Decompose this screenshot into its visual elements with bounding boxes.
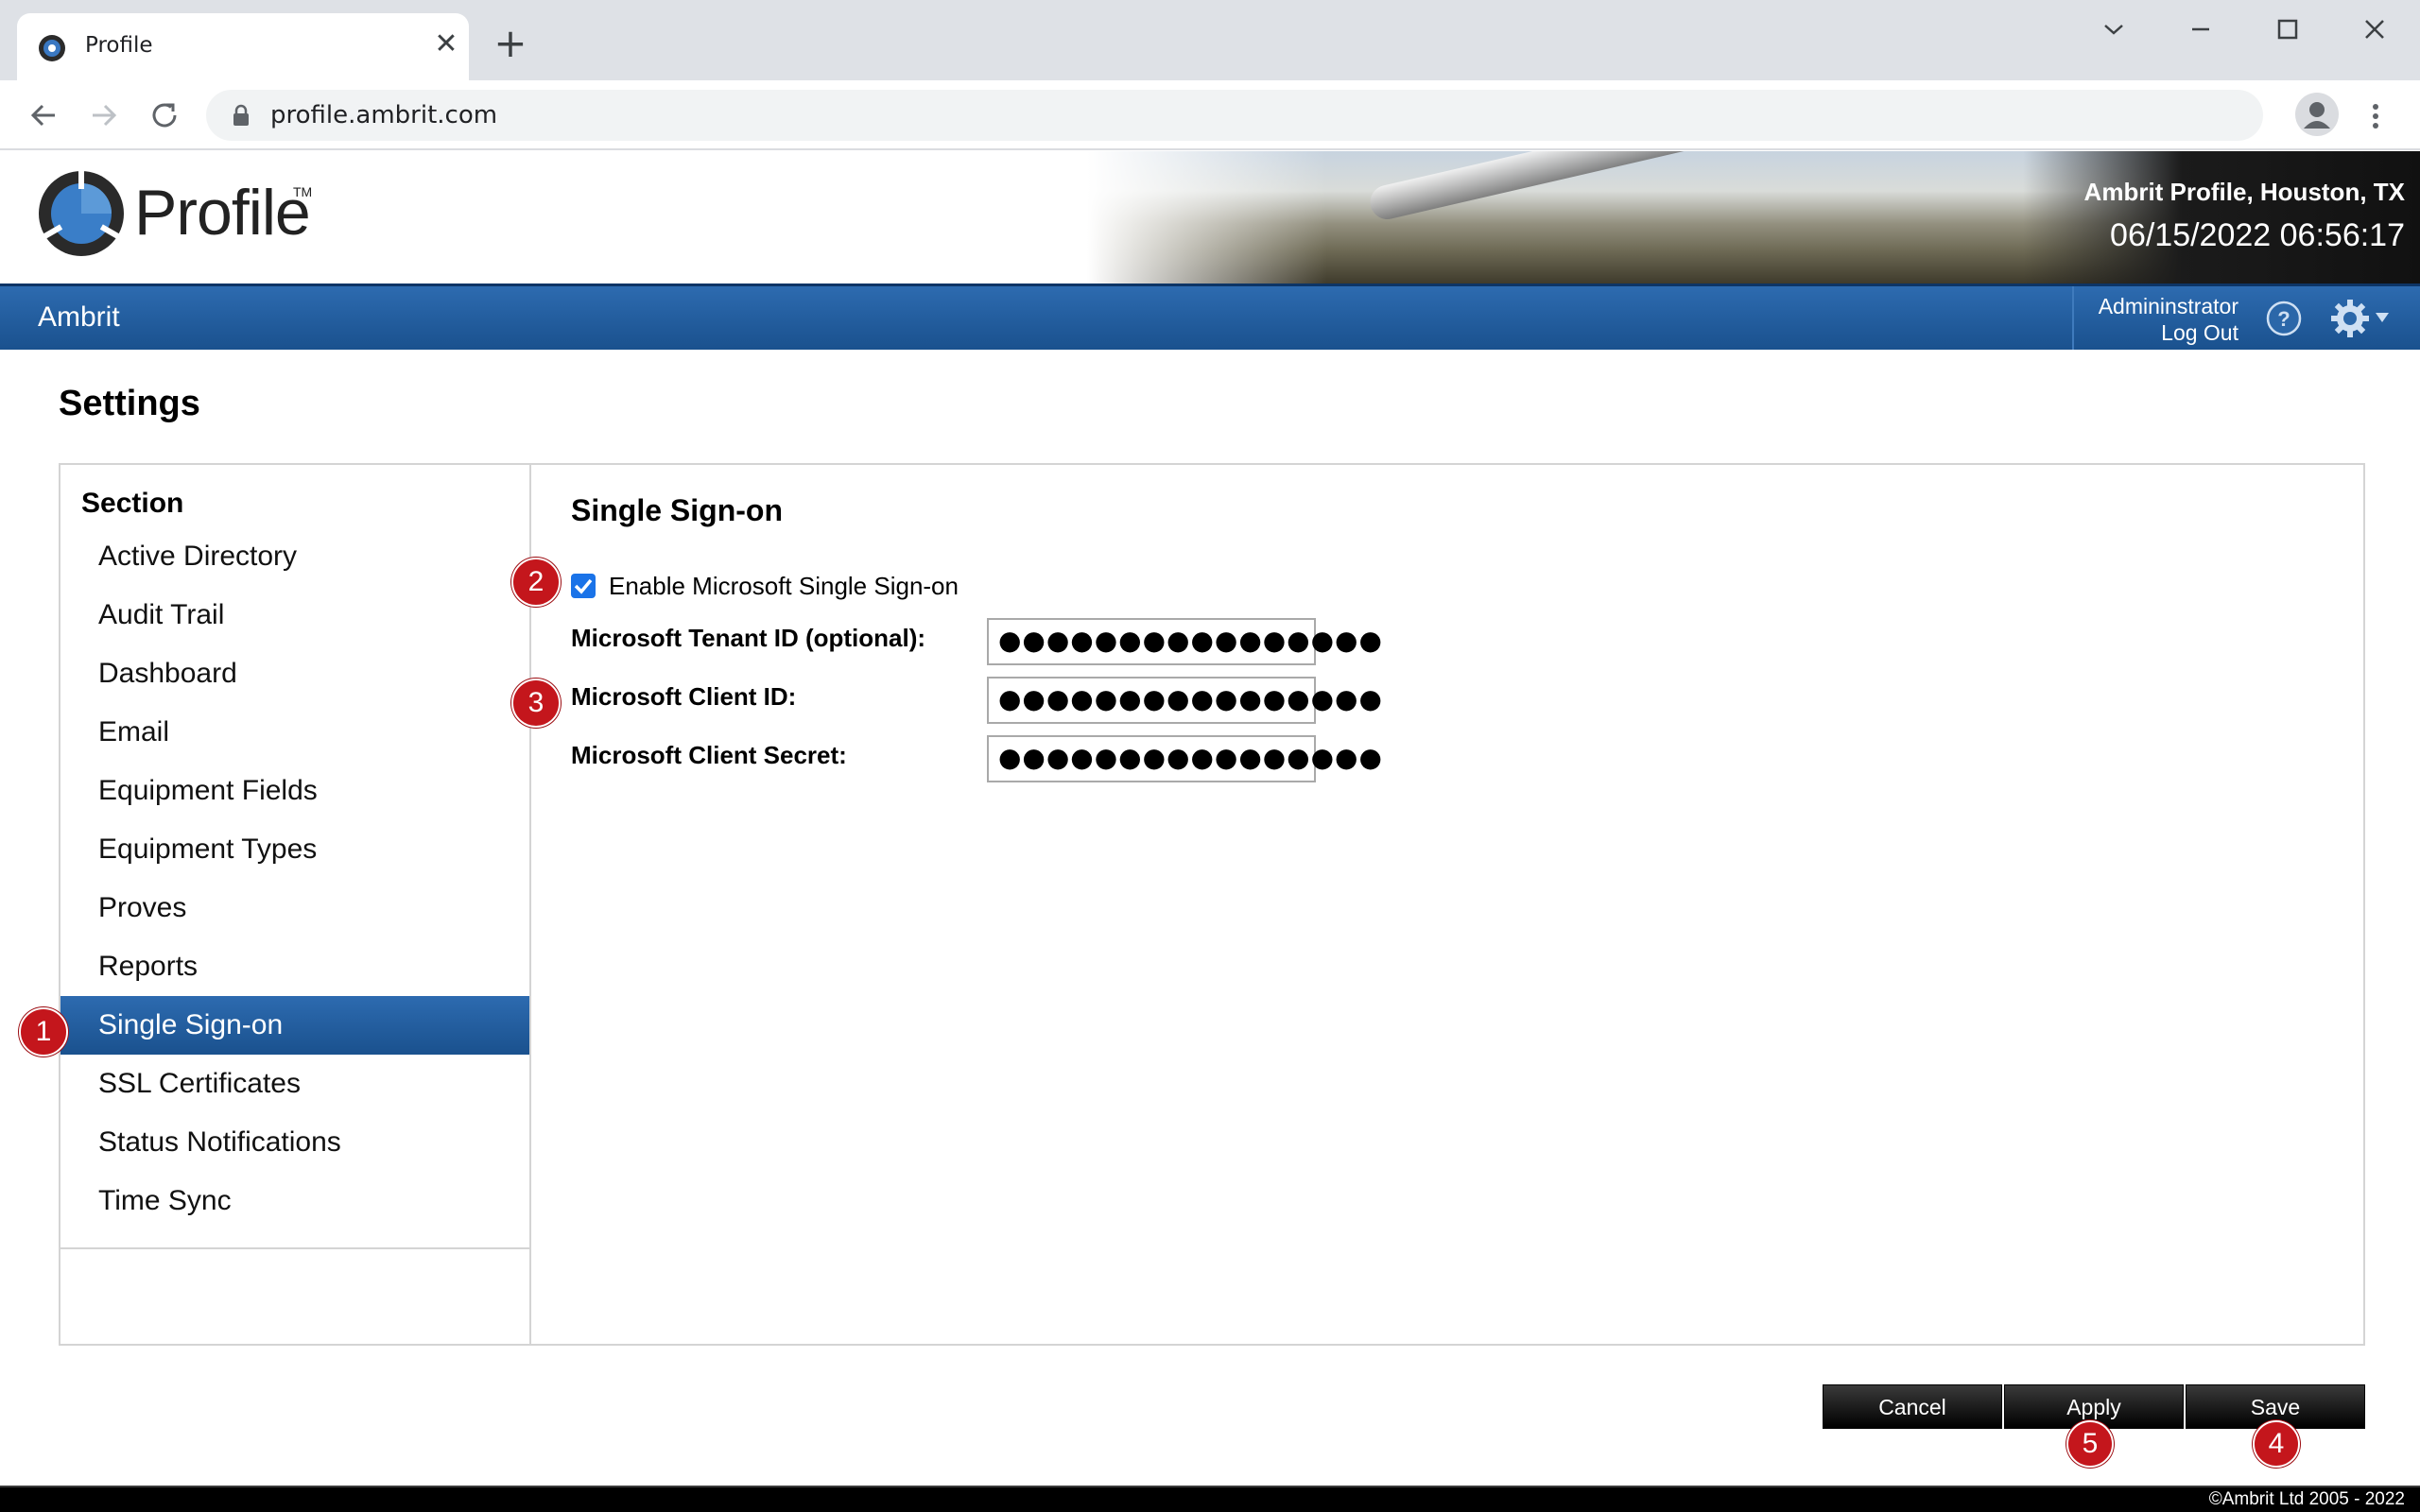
client-secret-label: Microsoft Client Secret: (571, 741, 847, 769)
sidebar-heading: Section (81, 488, 184, 519)
new-tab-button[interactable]: + (490, 24, 531, 66)
forward-arrow-icon[interactable] (85, 96, 123, 134)
help-icon[interactable]: ? (2265, 300, 2303, 337)
sidebar-item-single-sign-on[interactable]: Single Sign-on (60, 996, 529, 1055)
svg-text:?: ? (2277, 307, 2290, 331)
gear-icon[interactable] (2329, 298, 2371, 339)
logo-text: Profile (134, 177, 311, 249)
annotation-marker-3: 3 (511, 679, 561, 728)
address-bar[interactable]: profile.ambrit.com (206, 90, 2263, 141)
annotation-marker-5: 5 (2066, 1420, 2114, 1468)
minimize-window-icon[interactable] (2167, 6, 2235, 53)
sidebar-item-equipment-types[interactable]: Equipment Types (60, 820, 529, 879)
annotation-marker-1: 1 (19, 1007, 68, 1057)
browser-menu-icon[interactable] (2361, 97, 2390, 135)
annotation-marker-4: 4 (2253, 1420, 2300, 1468)
user-profile-icon[interactable] (2295, 93, 2339, 136)
maximize-window-icon[interactable] (2254, 6, 2322, 53)
settings-panel: Section Active Directory Audit Trail Das… (59, 463, 2365, 1346)
tab-title: Profile (85, 33, 153, 58)
page-footer: ©Ambrit Ltd 2005 - 2022 (0, 1486, 2420, 1512)
sidebar-divider (60, 1247, 529, 1249)
sidebar-item-active-directory[interactable]: Active Directory (60, 527, 529, 586)
nav-divider (2072, 286, 2074, 350)
lock-icon (233, 104, 249, 126)
page-title: Settings (59, 384, 200, 423)
sidebar-item-audit-trail[interactable]: Audit Trail (60, 586, 529, 644)
enable-sso-label: Enable Microsoft Single Sign-on (609, 572, 959, 600)
sidebar-item-email[interactable]: Email (60, 703, 529, 762)
profile-logo-icon (39, 170, 124, 256)
browser-tab-bar: Profile ✕ + (0, 0, 2420, 80)
section-heading: Single Sign-on (571, 493, 783, 527)
settings-sidebar: Section Active Directory Audit Trail Das… (60, 465, 531, 1344)
sidebar-item-proves[interactable]: Proves (60, 879, 529, 937)
cancel-button[interactable]: Cancel (1823, 1384, 2002, 1429)
browser-toolbar: profile.ambrit.com (0, 80, 2420, 150)
enable-sso-checkbox[interactable] (571, 574, 596, 598)
client-id-field[interactable]: ●●●●●●●●●●●●●●●● (987, 677, 1382, 724)
back-arrow-icon[interactable] (25, 96, 62, 134)
browser-tab[interactable]: Profile ✕ (17, 13, 469, 80)
tenant-id-field[interactable]: ●●●●●●●●●●●●●●●● (987, 618, 1382, 665)
top-nav-bar: Ambrit Admininstrator Log Out ? (0, 284, 2420, 350)
client-secret-field[interactable]: ●●●●●●●●●●●●●●●● (987, 735, 1382, 782)
profile-favicon-icon (39, 35, 65, 61)
sso-settings-content: Single Sign-on Enable Microsoft Single S… (533, 465, 2363, 1344)
client-id-label: Microsoft Client ID: (571, 682, 797, 711)
server-datetime: 06/15/2022 06:56:17 (2110, 217, 2405, 253)
logout-link[interactable]: Log Out (2161, 320, 2238, 346)
reload-icon[interactable] (146, 96, 183, 134)
url-text: profile.ambrit.com (270, 101, 498, 129)
sidebar-item-ssl-certificates[interactable]: SSL Certificates (60, 1055, 529, 1113)
sidebar-item-time-sync[interactable]: Time Sync (60, 1172, 529, 1230)
copyright-text: ©Ambrit Ltd 2005 - 2022 (2208, 1489, 2405, 1509)
app-header: Profile TM Ambrit Profile, Houston, TX 0… (0, 151, 2420, 284)
checkmark-icon (574, 578, 593, 594)
tab-close-icon[interactable]: ✕ (431, 30, 461, 60)
sidebar-item-dashboard[interactable]: Dashboard (60, 644, 529, 703)
user-name: Admininstrator (2098, 294, 2238, 318)
site-name: Ambrit Profile, Houston, TX (2083, 178, 2405, 206)
chevron-down-icon[interactable] (2375, 311, 2390, 324)
logo-trademark: TM (293, 184, 313, 199)
sidebar-list: Active Directory Audit Trail Dashboard E… (60, 527, 529, 1230)
sidebar-item-equipment-fields[interactable]: Equipment Fields (60, 762, 529, 820)
close-window-icon[interactable] (2341, 6, 2409, 53)
sidebar-item-reports[interactable]: Reports (60, 937, 529, 996)
tab-search-chevron-icon[interactable] (2080, 6, 2148, 53)
annotation-marker-2: 2 (511, 558, 561, 607)
nav-title[interactable]: Ambrit (38, 301, 120, 334)
tenant-id-label: Microsoft Tenant ID (optional): (571, 624, 926, 652)
sidebar-item-status-notifications[interactable]: Status Notifications (60, 1113, 529, 1172)
